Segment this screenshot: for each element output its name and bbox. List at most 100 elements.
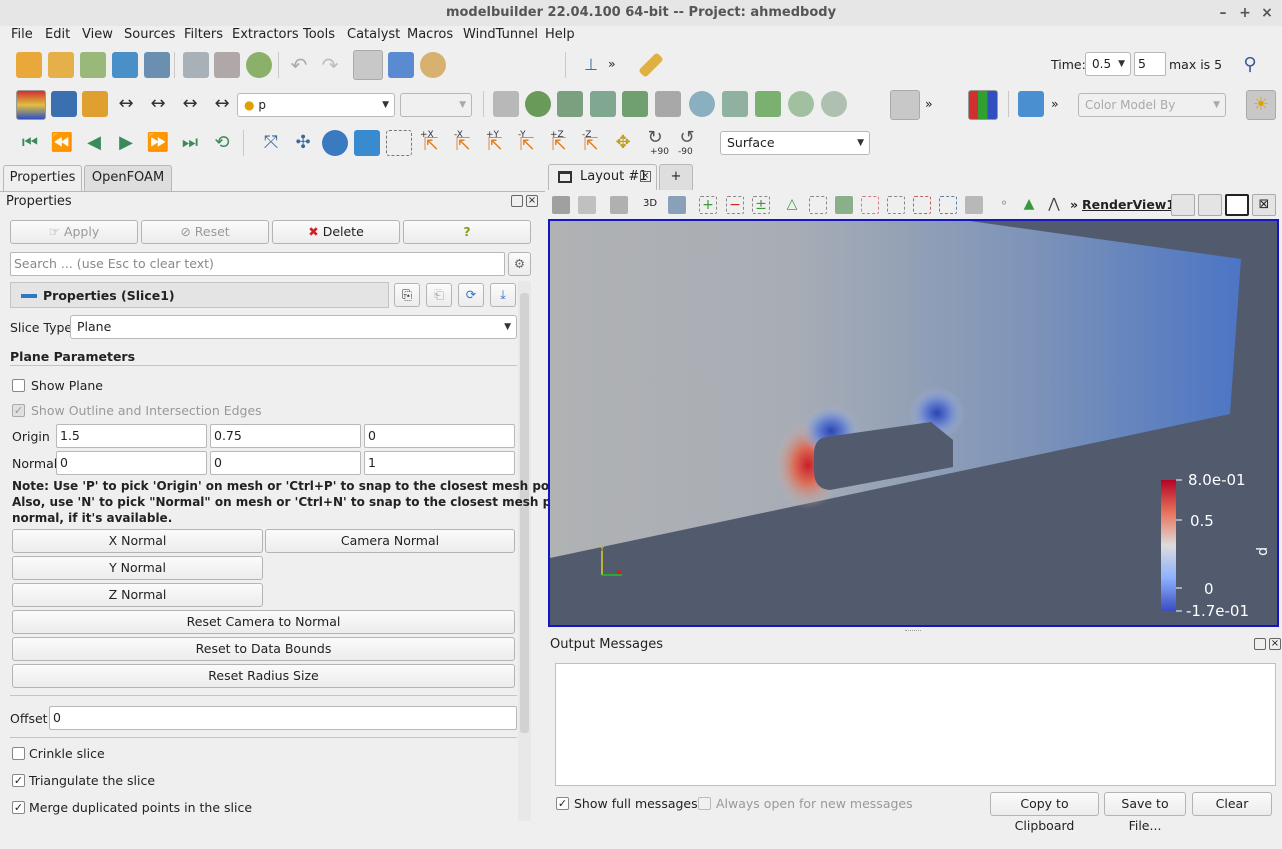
model-grid-icon[interactable] xyxy=(1018,91,1044,117)
axes-toggle-icon[interactable] xyxy=(890,90,920,120)
reset-bounds-button[interactable]: Reset to Data Bounds xyxy=(12,637,515,661)
interaction-mode-icon[interactable] xyxy=(353,50,383,80)
restore-defaults-icon[interactable]: ⟳ xyxy=(458,283,484,307)
help-button[interactable]: ? xyxy=(403,220,531,244)
save-to-file-button[interactable]: Save to File... xyxy=(1104,792,1186,833)
float-panel-icon[interactable] xyxy=(511,195,523,207)
save-state-icon[interactable] xyxy=(183,52,209,78)
zoom-box-icon[interactable] xyxy=(354,130,380,156)
undo-icon[interactable]: ↶ xyxy=(286,52,312,78)
load-state-icon[interactable] xyxy=(214,52,240,78)
extract-level-icon[interactable] xyxy=(821,91,847,117)
origin-z-field[interactable]: 0 xyxy=(364,424,515,448)
rescale-time-icon[interactable]: ↔ xyxy=(145,93,171,119)
next-frame-icon[interactable]: ⏩ xyxy=(145,130,171,156)
menu-view[interactable]: View xyxy=(82,26,113,46)
open-file-icon[interactable] xyxy=(16,52,42,78)
stream-tracer-icon[interactable] xyxy=(722,91,748,117)
threshold-icon[interactable] xyxy=(622,91,648,117)
view-3d-label[interactable]: 3D xyxy=(643,198,657,209)
reset-camera-icon[interactable]: ⤧ xyxy=(258,130,284,156)
merge-checkbox[interactable]: ✓ xyxy=(12,801,25,814)
clip-icon[interactable] xyxy=(557,91,583,117)
zoom-to-data-icon[interactable]: ✣ xyxy=(290,130,316,156)
slice-icon[interactable] xyxy=(590,91,616,117)
select-interactive-icon[interactable] xyxy=(887,196,905,214)
calculator-icon[interactable] xyxy=(493,91,519,117)
view-plus-x-icon[interactable]: ⇱ xyxy=(418,132,444,158)
light-bulb-icon[interactable]: ☀ xyxy=(1246,90,1276,120)
time-value-combo[interactable]: 0.5 ▼ xyxy=(1085,52,1131,76)
show-full-messages-checkbox[interactable]: ✓ xyxy=(556,797,569,810)
previous-frame-icon[interactable]: ⏪ xyxy=(49,130,75,156)
select-cells-icon[interactable]: ± xyxy=(752,196,770,214)
output-messages-area[interactable] xyxy=(555,663,1276,786)
reload-icon[interactable] xyxy=(246,52,272,78)
origin-y-field[interactable]: 0.75 xyxy=(210,424,361,448)
screenshot-icon[interactable] xyxy=(388,52,414,78)
render-view-label[interactable]: RenderView1 xyxy=(1082,197,1175,212)
view-minus-z-icon[interactable]: ⇱ xyxy=(578,132,604,158)
maximize-icon[interactable]: + xyxy=(1234,0,1256,26)
select-triangle-icon[interactable]: △ xyxy=(783,196,801,214)
reset-radius-button[interactable]: Reset Radius Size xyxy=(12,664,515,688)
select-points-off-icon[interactable]: − xyxy=(726,196,744,214)
toolbar-overflow[interactable]: » xyxy=(1051,96,1059,111)
select-points-through-icon[interactable] xyxy=(913,196,931,214)
select-block-icon[interactable] xyxy=(835,196,853,214)
representation-combo[interactable]: Surface ▼ xyxy=(720,131,870,155)
menu-help[interactable]: Help xyxy=(545,26,575,46)
y-normal-button[interactable]: Y Normal xyxy=(12,556,263,580)
paraview-logo-icon[interactable] xyxy=(968,90,998,120)
render-scene[interactable]: 8.0e-01 0.5 0 -1.7e-01 p Y xyxy=(550,221,1277,625)
reset-camera-button[interactable]: Reset Camera to Normal xyxy=(12,610,515,634)
menu-sources[interactable]: Sources xyxy=(124,26,175,46)
camera-undo-icon[interactable] xyxy=(578,196,596,214)
search-input[interactable]: Search ... (use Esc to clear text) xyxy=(10,252,505,276)
paste-properties-icon[interactable]: ⎗ xyxy=(426,283,452,307)
shrink-selection-icon[interactable] xyxy=(965,196,983,214)
minimize-icon[interactable]: – xyxy=(1212,0,1234,26)
menu-edit[interactable]: Edit xyxy=(45,26,70,46)
probe-icon[interactable]: ⊥ xyxy=(578,52,604,78)
scrollbar-thumb[interactable] xyxy=(520,293,529,733)
origin-x-field[interactable]: 1.5 xyxy=(56,424,207,448)
clear-selection-icon[interactable]: ⚬ xyxy=(995,196,1013,214)
save-defaults-icon[interactable]: ⤓ xyxy=(490,283,516,307)
menu-catalyst[interactable]: Catalyst xyxy=(347,26,400,46)
select-frustum-icon[interactable] xyxy=(809,196,827,214)
apply-button[interactable]: ☞ Apply xyxy=(10,220,138,244)
float-output-icon[interactable] xyxy=(1254,638,1266,650)
always-open-checkbox[interactable] xyxy=(698,797,711,810)
rescale-custom-icon[interactable]: ↔ xyxy=(209,93,235,119)
tab-properties[interactable]: Properties xyxy=(3,165,82,191)
color-model-combo[interactable]: Color Model By ▼ xyxy=(1078,93,1226,117)
select-polygon-icon[interactable] xyxy=(861,196,879,214)
add-layout-tab-button[interactable]: + xyxy=(659,164,693,190)
z-normal-button[interactable]: Z Normal xyxy=(12,583,263,607)
menu-tools[interactable]: Tools xyxy=(303,26,335,46)
glyph-icon[interactable] xyxy=(689,91,715,117)
reset-button[interactable]: ⊘ Reset xyxy=(141,220,269,244)
split-horizontal-icon[interactable] xyxy=(1171,194,1195,216)
show-outline-checkbox[interactable]: ✓ xyxy=(12,404,25,417)
hover-points-icon[interactable]: ▲ xyxy=(1020,196,1038,214)
render-view[interactable]: 8.0e-01 0.5 0 -1.7e-01 p Y xyxy=(548,219,1279,627)
select-points-on-icon[interactable]: + xyxy=(699,196,717,214)
close-view-icon[interactable]: ⊠ xyxy=(1252,194,1276,216)
x-normal-button[interactable]: X Normal xyxy=(12,529,263,553)
section-header[interactable]: Properties (Slice1) xyxy=(10,282,389,308)
extract-subset-icon[interactable] xyxy=(655,91,681,117)
split-vertical-icon[interactable] xyxy=(1198,194,1222,216)
open-folder-icon[interactable] xyxy=(48,52,74,78)
rescale-icon[interactable] xyxy=(51,91,77,117)
group-datasets-icon[interactable] xyxy=(788,91,814,117)
ruler-icon[interactable] xyxy=(638,52,664,78)
show-plane-checkbox[interactable] xyxy=(12,379,25,392)
view-minus-y-icon[interactable]: ⇱ xyxy=(514,132,540,158)
view-minus-x-icon[interactable]: ⇱ xyxy=(450,132,476,158)
warp-icon[interactable] xyxy=(755,91,781,117)
clear-button[interactable]: Clear xyxy=(1192,792,1272,816)
offset-field[interactable]: 0 xyxy=(49,706,517,730)
menu-windtunnel[interactable]: WindTunnel xyxy=(463,26,538,46)
